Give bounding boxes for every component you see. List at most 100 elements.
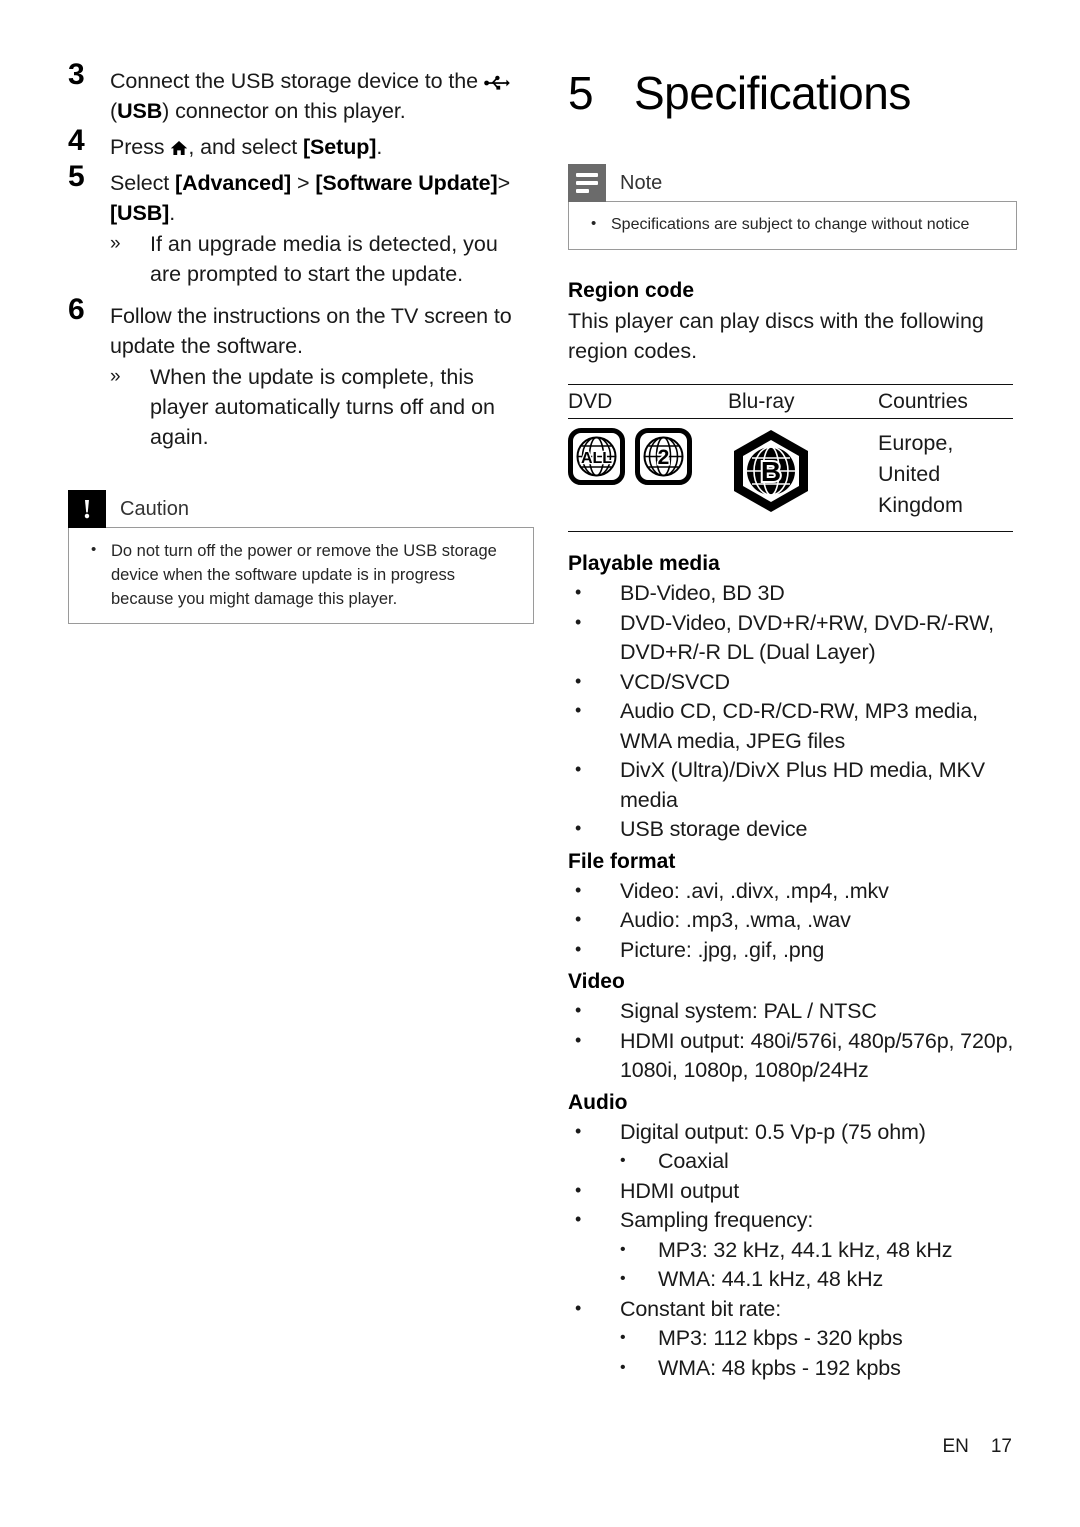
step-6: 6 Follow the instructions on the TV scre… <box>68 295 520 452</box>
step-5-period: . <box>169 201 176 225</box>
step-3-paren-open: ( <box>110 99 118 123</box>
table-header-row: DVD Blu-ray Countries <box>568 385 1013 418</box>
chapter-number: 5 <box>568 67 594 119</box>
chapter-title: Specifications <box>634 67 911 119</box>
step-6-text: Follow the instructions on the TV screen… <box>110 304 512 358</box>
countries-value: Europe, United Kingdom <box>878 431 963 517</box>
file-format-heading: File format <box>568 849 676 873</box>
step-5-advanced-label: [Advanced] <box>175 171 292 195</box>
caution-title: Caution <box>120 497 189 520</box>
guillemet-icon: » <box>110 366 121 387</box>
step-4-period: . <box>376 135 383 159</box>
caution-icon: ! <box>68 490 106 528</box>
list-item: Video: .avi, .divx, .mp4, .mkv <box>568 876 1016 907</box>
step-5-gt-1: > <box>291 171 316 195</box>
manual-page: 3 Connect the USB storage device to the … <box>0 0 1080 1527</box>
step-5-software-update-label: [Software Update] <box>315 171 498 195</box>
note-list-item: Specifications are subject to change wit… <box>583 212 1002 237</box>
list-item: Sampling frequency: <box>568 1205 1016 1236</box>
step-3-text-tail: ) connector on this player. <box>162 99 406 123</box>
footer-page-number: 17 <box>990 1436 1012 1457</box>
table-cell-countries: Europe, United Kingdom <box>878 428 1013 521</box>
video-heading: Video <box>568 970 625 993</box>
step-4-setup-label: [Setup] <box>302 135 377 159</box>
bluray-region-b-icon: B <box>728 428 814 514</box>
playable-media-list: BD-Video, BD 3D DVD-Video, DVD+R/+RW, DV… <box>568 578 1016 845</box>
file-format-section: File format Video: .avi, .divx, .mp4, .m… <box>568 847 1016 966</box>
step-3-usb-label: USB <box>117 99 163 123</box>
list-item: Audio CD, CD-R/CD-RW, MP3 media, WMA med… <box>568 696 1016 756</box>
step-3-number: 3 <box>68 58 85 91</box>
step-3-body: Connect the USB storage device to the (U… <box>110 66 520 126</box>
exclamation-glyph: ! <box>82 493 92 524</box>
table-cell-bluray-logo: B <box>728 428 878 514</box>
caution-header: ! Caution <box>68 490 520 528</box>
page-footer: EN 17 <box>0 1436 1012 1458</box>
region-code-heading: Region code <box>568 279 695 302</box>
home-icon <box>170 134 188 155</box>
table-header-dvd: DVD <box>568 390 613 413</box>
table-header-bluray: Blu-ray <box>728 390 795 413</box>
table-bottom-rule <box>568 531 1013 532</box>
caution-list-item: Do not turn off the power or remove the … <box>83 538 519 611</box>
table-row: ALL 2 B Europe, United Kingdom <box>568 419 1013 531</box>
step-4-number: 4 <box>68 124 85 157</box>
list-item: Coaxial <box>568 1146 1016 1177</box>
step-6-subitem-text: When the update is complete, this player… <box>150 365 495 449</box>
step-5-subitem-text: If an upgrade media is detected, you are… <box>150 232 498 286</box>
list-item: WMA: 48 kpbs - 192 kpbs <box>568 1353 1016 1384</box>
list-item: DVD-Video, DVD+R/+RW, DVD-R/-RW, DVD+R/-… <box>568 608 1016 668</box>
note-box: Specifications are subject to change wit… <box>568 201 1017 250</box>
list-item: BD-Video, BD 3D <box>568 578 1016 609</box>
note-header: Note <box>568 164 1016 202</box>
step-5-subitem: » If an upgrade media is detected, you a… <box>110 229 520 289</box>
audio-section: Audio Digital output: 0.5 Vp-p (75 ohm) … <box>568 1088 1016 1384</box>
list-item: USB storage device <box>568 814 1016 845</box>
list-item: Audio: .mp3, .wma, .wav <box>568 905 1016 936</box>
note-lines-glyph <box>576 173 598 193</box>
list-item: Constant bit rate: <box>568 1294 1016 1325</box>
list-item: Picture: .jpg, .gif, .png <box>568 935 1016 966</box>
dvd-region-all-icon: ALL <box>568 428 625 485</box>
step-5: 5 Select [Advanced] > [Software Update]>… <box>68 162 520 289</box>
list-item: Signal system: PAL / NTSC <box>568 996 1016 1027</box>
svg-text:B: B <box>761 456 781 487</box>
step-5-usb-label: [USB] <box>110 201 170 225</box>
note-list: Specifications are subject to change wit… <box>583 212 1002 237</box>
note-icon <box>568 164 606 202</box>
footer-language: EN <box>942 1436 969 1457</box>
step-3-text: Connect the USB storage device to the <box>110 69 478 93</box>
left-column: 3 Connect the USB storage device to the … <box>68 60 534 624</box>
video-section: Video Signal system: PAL / NTSC HDMI out… <box>568 967 1016 1086</box>
step-3: 3 Connect the USB storage device to the … <box>68 60 520 126</box>
step-5-body: Select [Advanced] > [Software Update]> [… <box>110 168 520 228</box>
note-title: Note <box>620 171 663 194</box>
audio-heading: Audio <box>568 1090 628 1114</box>
caution-box: Do not turn off the power or remove the … <box>68 527 534 624</box>
step-4-press-label: Press <box>110 135 171 159</box>
playable-media-section: Playable media BD-Video, BD 3D DVD-Video… <box>568 549 1016 845</box>
dvd-logo-row: ALL 2 <box>568 428 728 485</box>
list-item: WMA: 44.1 kHz, 48 kHz <box>568 1264 1016 1295</box>
playable-media-heading: Playable media <box>568 552 720 575</box>
dvd-region-2-icon: 2 <box>635 428 692 485</box>
list-item: VCD/SVCD <box>568 667 1016 698</box>
list-item: MP3: 32 kHz, 44.1 kHz, 48 kHz <box>568 1235 1016 1266</box>
caution-callout: ! Caution Do not turn off the power or r… <box>68 490 534 624</box>
list-item: MP3: 112 kbps - 320 kpbs <box>568 1323 1016 1354</box>
audio-list: Digital output: 0.5 Vp-p (75 ohm) Coaxia… <box>568 1117 1016 1384</box>
list-item: DivX (Ultra)/DivX Plus HD media, MKV med… <box>568 755 1016 815</box>
step-5-select-label: Select <box>110 171 176 195</box>
file-format-list: Video: .avi, .divx, .mp4, .mkv Audio: .m… <box>568 876 1016 966</box>
table-cell-dvd-logos: ALL 2 <box>568 428 728 485</box>
region-code-section: Region code This player can play discs w… <box>568 276 1016 532</box>
step-5-gt-2: > <box>497 171 511 195</box>
step-6-number: 6 <box>68 293 85 326</box>
list-item: Digital output: 0.5 Vp-p (75 ohm) <box>568 1117 1016 1148</box>
region-code-paragraph: This player can play discs with the foll… <box>568 309 984 363</box>
step-4-body: Press , and select [Setup]. <box>110 132 520 162</box>
svg-text:ALL: ALL <box>581 450 612 467</box>
step-4-and-select: , and select <box>188 135 303 159</box>
usb-icon <box>484 69 510 90</box>
guillemet-icon: » <box>110 233 121 254</box>
